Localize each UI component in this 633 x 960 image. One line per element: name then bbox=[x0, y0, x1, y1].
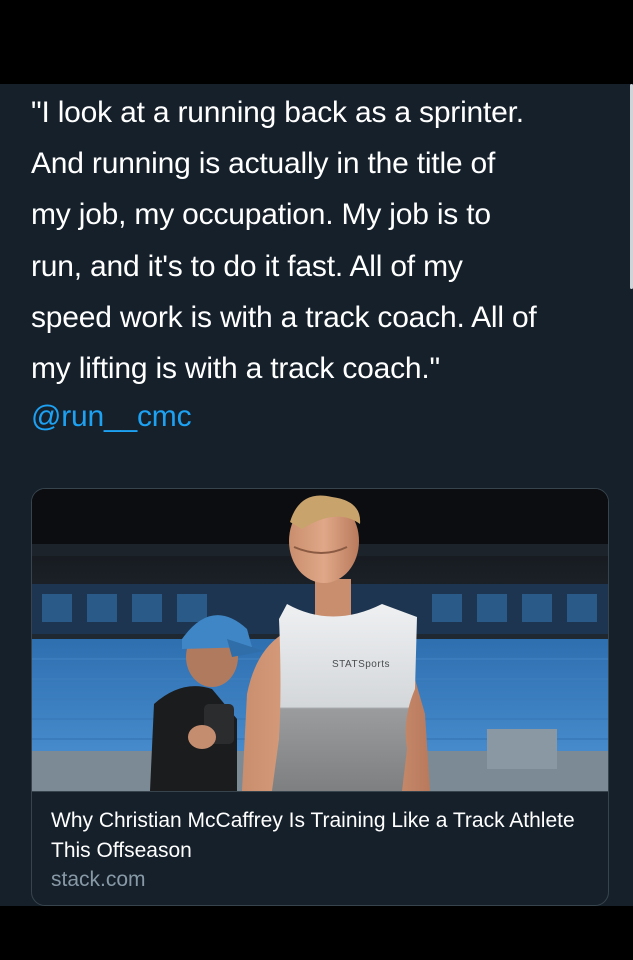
tweet-text-line: And running is actually in the title of bbox=[31, 147, 496, 181]
top-black-bar bbox=[0, 0, 633, 84]
tweet-text: "I look at a running back as a sprinter.… bbox=[31, 87, 621, 394]
tweet-text-line: speed work is with a track coach. All of bbox=[31, 300, 537, 334]
card-footer: Why Christian McCaffrey Is Training Like… bbox=[32, 791, 608, 905]
screenshot: "I look at a running back as a sprinter.… bbox=[0, 0, 633, 960]
shirt-logo: STATSports bbox=[332, 659, 390, 670]
card-image: STATSports bbox=[32, 489, 608, 791]
card-title: Why Christian McCaffrey Is Training Like… bbox=[51, 809, 575, 862]
tweet-text-line: "I look at a running back as a sprinter. bbox=[31, 96, 524, 129]
card-domain: stack.com bbox=[51, 868, 146, 891]
tweet-text-line: run, and it's to do it fast. All of my bbox=[31, 249, 463, 283]
bottom-black-bar bbox=[0, 906, 633, 960]
tweet-text-line: my lifting is with a track coach." bbox=[31, 352, 440, 386]
tweet-text-line: my job, my occupation. My job is to bbox=[31, 198, 491, 232]
mention-link[interactable]: @run__cmc bbox=[31, 391, 192, 442]
athlete-photo: STATSports bbox=[32, 489, 608, 791]
tweet: "I look at a running back as a sprinter.… bbox=[0, 84, 633, 906]
link-preview-card[interactable]: STATSports Why Christian McCaffrey Is Tr… bbox=[31, 488, 609, 906]
